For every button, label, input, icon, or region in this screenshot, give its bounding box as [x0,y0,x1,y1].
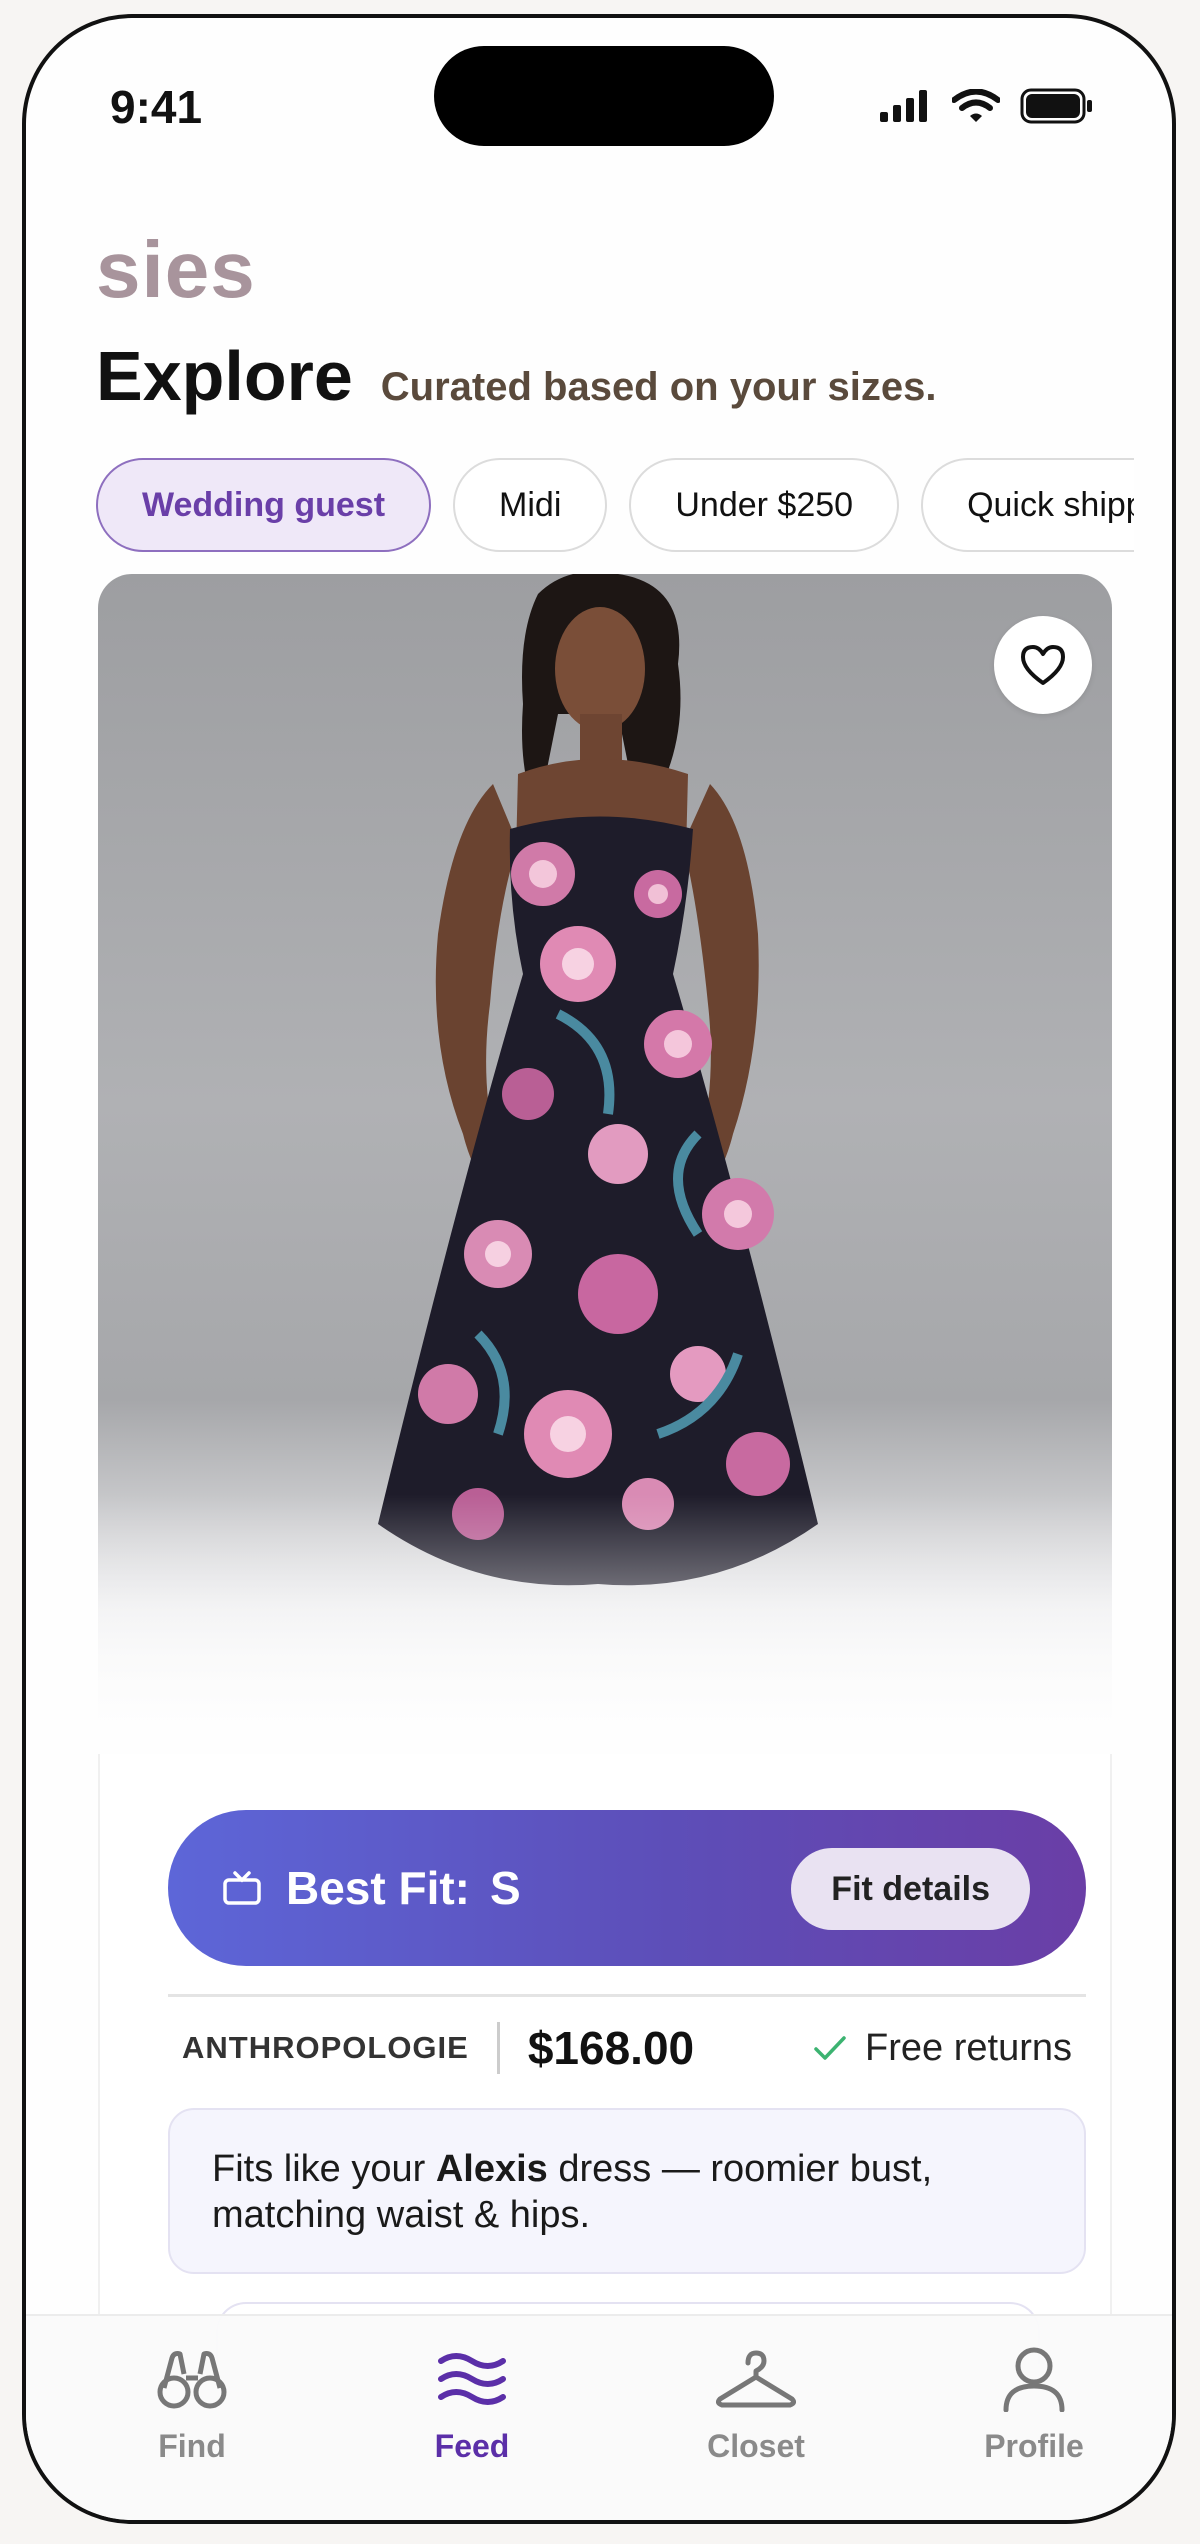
tab-closet[interactable]: Closet [676,2344,836,2465]
person-icon [1003,2347,1065,2412]
product-meta: ANTHROPOLOGIE $168.00 Free returns [182,2018,1072,2078]
filter-chip-under-250[interactable]: Under $250 [629,458,900,552]
best-fit-size: S [490,1862,521,1914]
status-icons [880,88,1094,124]
best-fit-banner[interactable]: Best Fit: S Fit details [168,1810,1086,1966]
binoculars-icon [157,2351,227,2409]
page-header: Explore Curated based on your sizes. [96,336,936,416]
retailer-name[interactable]: ANTHROPOLOGIE [182,2030,469,2066]
filter-chips: Wedding guestMidiUnder $250Quick shippin… [96,458,1134,558]
wifi-icon [952,89,1000,122]
free-returns-label: Free returns [865,2026,1072,2069]
waves-icon [438,2353,506,2405]
fit-details-button[interactable]: Fit details [791,1848,1030,1930]
fit-note-reference: Alexis [435,2148,548,2190]
product-image[interactable] [98,574,1112,1754]
filter-chip-quick-shipping[interactable]: Quick shipping [921,458,1134,552]
tab-profile[interactable]: Profile [954,2344,1114,2465]
tab-profile-label: Profile [984,2428,1084,2464]
tab-find-label: Find [158,2428,226,2464]
tv-icon [222,1868,262,1908]
page-subtitle: Curated based on your sizes. [380,365,937,409]
product-price: $168.00 [527,2022,695,2074]
status-time: 9:41 [110,81,203,133]
vertical-divider [496,2022,500,2074]
tab-feed[interactable]: Feed [392,2344,552,2465]
phone-frame: 9:41 sies Explore Curated based on your … [22,14,1176,2524]
tab-closet-label: Closet [707,2428,805,2464]
brand-logo: sies [96,225,256,314]
best-fit-label: Best Fit: [286,1862,470,1914]
free-returns: Free returns [813,2027,1072,2070]
hanger-icon [716,2350,796,2408]
dynamic-island [434,46,774,146]
fit-note-prefix: Fits like your [212,2148,436,2190]
filter-chip-midi[interactable]: Midi [453,458,608,552]
tab-find[interactable]: Find [112,2344,272,2465]
cellular-signal-icon [880,90,927,122]
fit-comparison-note: Fits like your Alexis dress — roomier bu… [168,2108,1086,2274]
tab-bar: Find Feed Closet Profile [26,2314,1172,2520]
favorite-button[interactable] [994,616,1092,714]
dress-photo [98,574,1112,1754]
heart-icon [1021,645,1065,685]
page-title: Explore [96,337,353,415]
tab-feed-label: Feed [434,2428,510,2464]
check-icon [814,2036,846,2060]
divider [168,1994,1086,1997]
battery-icon [1020,88,1092,124]
filter-chip-wedding-guest[interactable]: Wedding guest [96,458,432,552]
